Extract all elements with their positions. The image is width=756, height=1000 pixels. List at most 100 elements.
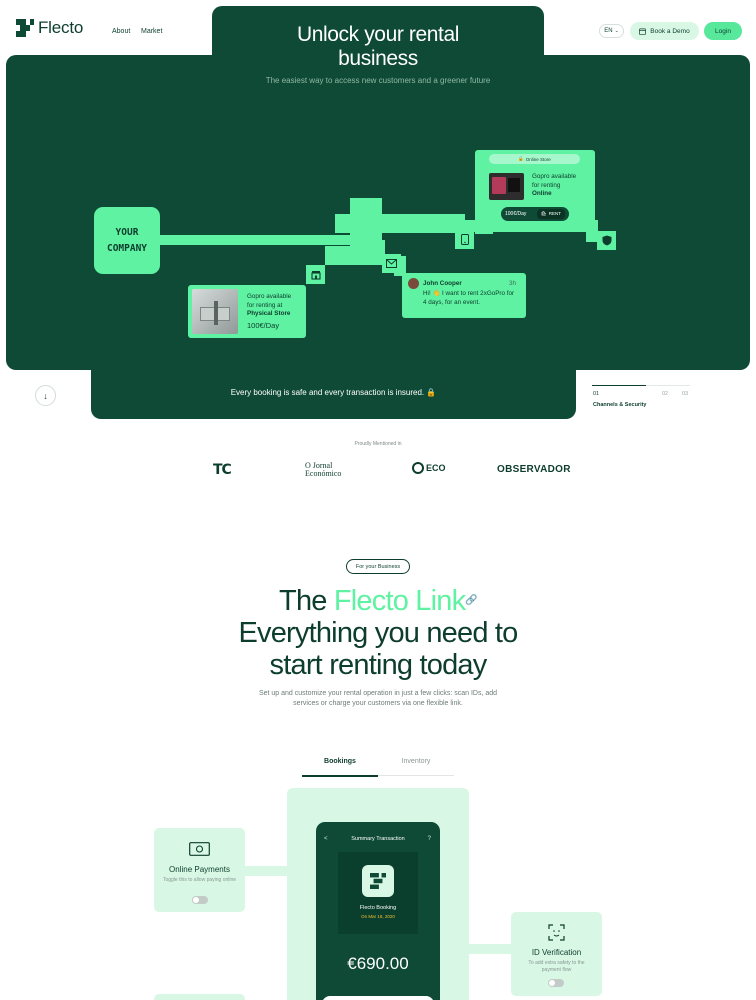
for-business-pill: For your Business xyxy=(346,559,410,574)
tab-inventory[interactable]: Inventory xyxy=(378,758,454,765)
step-2-num[interactable]: 02 xyxy=(662,391,668,397)
online-text2: for renting xyxy=(532,181,561,189)
connector-right xyxy=(467,944,513,954)
online-payments-desc: Toggle this to allow paying online xyxy=(162,877,237,883)
id-verification-desc: To add extra safety to the payment flow xyxy=(528,960,585,973)
press-heading: Proudly Mentioned in xyxy=(354,441,402,447)
company-node: YOUR COMPANY xyxy=(94,207,160,274)
tab-track xyxy=(378,775,454,776)
eco-logo: ECO xyxy=(412,462,446,474)
face-scan-icon xyxy=(548,924,565,941)
chat-msg2: 4 days, for an event. xyxy=(423,298,481,306)
phone-bottom-sheet xyxy=(322,996,434,1000)
online-text1: Gopro available xyxy=(532,173,577,180)
hero-title: Unlock your rental business xyxy=(212,23,544,71)
gopro-photo xyxy=(489,173,524,200)
login-button[interactable]: Login xyxy=(704,22,742,40)
banknote-icon xyxy=(189,842,210,856)
arrow-down-icon: ↓ xyxy=(43,390,48,401)
business-title: The Flecto Link🔗 Everything you need to … xyxy=(0,585,756,681)
booking-title: Flecto Booking xyxy=(359,905,397,911)
business-intro: Set up and customize your rental operati… xyxy=(258,690,498,707)
hero-title-line1: Unlock your rental xyxy=(296,23,460,46)
company-line1: YOUR xyxy=(115,226,139,238)
book-demo-label: Book a Demo xyxy=(650,27,690,35)
tab-bookings[interactable]: Bookings xyxy=(302,758,378,765)
store-text3: Physical Store xyxy=(247,310,291,317)
phone-icon xyxy=(455,230,474,249)
online-payments-card: Online Payments Toggle this to allow pay… xyxy=(154,828,245,912)
title-accent: Flecto Link xyxy=(333,585,466,617)
mail-icon xyxy=(382,254,401,273)
flecto-app-icon xyxy=(362,865,394,897)
hero-title-line2: business xyxy=(338,47,418,70)
chevron-down-icon: ⌄ xyxy=(614,28,619,34)
step-1-num[interactable]: 01 xyxy=(593,391,599,397)
jornal-line2: Económico xyxy=(305,469,342,478)
chat-card: John Cooper 3h Hi! 👋 I want to rent 2xGo… xyxy=(402,273,526,318)
booking-date: On Mar 18, 2020 xyxy=(361,914,395,919)
id-verification-title: ID Verification xyxy=(531,948,582,957)
chat-time: 3h xyxy=(508,280,516,287)
language-value: EN xyxy=(604,28,613,34)
step-3-num[interactable]: 03 xyxy=(682,391,688,397)
online-payments-toggle[interactable] xyxy=(192,896,208,904)
online-payments-title: Online Payments xyxy=(169,865,230,874)
hero-subtitle: The easiest way to access new customers … xyxy=(265,76,491,85)
chat-name: John Cooper xyxy=(423,280,462,287)
nav-market[interactable]: Market xyxy=(141,28,162,35)
bag-icon: 🛍 xyxy=(541,211,547,216)
store-text1: Gopro available xyxy=(247,293,292,300)
language-select[interactable]: EN ⌄ xyxy=(599,24,624,38)
book-demo-button[interactable]: Book a Demo xyxy=(630,22,699,40)
logo-mark-icon xyxy=(16,19,34,37)
phone-header: Summary Transaction xyxy=(351,836,405,842)
rent-button[interactable]: 🛍 RENT xyxy=(537,209,565,219)
link-icon: 🔗 xyxy=(465,595,477,606)
logo[interactable]: Flecto xyxy=(16,18,83,38)
booking-amount: €690.00 xyxy=(347,954,409,973)
online-store-card: 🔒 Online Store Gopro available for renti… xyxy=(475,150,595,229)
scroll-down-button[interactable]: ↓ xyxy=(35,385,56,406)
step-1-label: Channels & Security xyxy=(593,402,647,408)
online-header: 🔒 Online Store xyxy=(489,154,580,164)
id-verification-card: ID Verification To add extra safety to t… xyxy=(511,912,602,996)
phone-mockup: < Summary Transaction ? Flecto Booking O… xyxy=(316,822,440,1000)
login-label: Login xyxy=(715,27,731,35)
feature-card-partial xyxy=(154,994,245,1000)
eco-mark-icon xyxy=(412,462,424,474)
page: Flecto About Market EN ⌄ Book a Demo Log… xyxy=(0,0,756,1000)
online-header-label: Online Store xyxy=(525,156,551,162)
shield-icon xyxy=(597,231,616,250)
step-progress xyxy=(592,385,646,386)
online-price: 100€/Day xyxy=(505,211,527,217)
company-line2: COMPANY xyxy=(106,242,148,254)
lock-icon: 🔒 xyxy=(518,156,524,161)
help-icon[interactable]: ? xyxy=(428,836,431,842)
title-the: The xyxy=(279,585,334,617)
observador-logo: OBSERVADOR xyxy=(497,464,571,475)
path-main xyxy=(158,235,352,245)
eco-text: ECO xyxy=(426,463,446,473)
booking-summary: Flecto Booking On Mar 18, 2020 xyxy=(338,852,418,934)
logo-text: Flecto xyxy=(38,18,84,37)
store-text2: for renting at xyxy=(247,301,283,309)
store-photo xyxy=(192,289,238,334)
tab-active-indicator xyxy=(302,775,378,777)
business-title-line2: Everything you need to xyxy=(238,617,518,649)
store-icon xyxy=(306,265,325,284)
chat-msg1: Hi! 👋 I want to rent 2xGoPro for xyxy=(423,290,515,297)
nav-about[interactable]: About xyxy=(112,28,130,35)
connector-left xyxy=(244,866,289,876)
calendar-icon xyxy=(639,28,647,35)
rent-label: RENT xyxy=(548,211,561,216)
online-text3: Online xyxy=(532,190,552,197)
step-track xyxy=(646,385,690,386)
id-verification-toggle[interactable] xyxy=(548,979,564,987)
business-title-line3: start renting today xyxy=(269,649,488,681)
physical-store-card: Gopro available for renting at Physical … xyxy=(188,285,306,338)
avatar xyxy=(408,278,419,289)
online-info: Gopro available for renting Online xyxy=(532,173,592,199)
store-info: Gopro available for renting at Physical … xyxy=(247,293,303,330)
store-price: 100€/Day xyxy=(247,320,280,330)
